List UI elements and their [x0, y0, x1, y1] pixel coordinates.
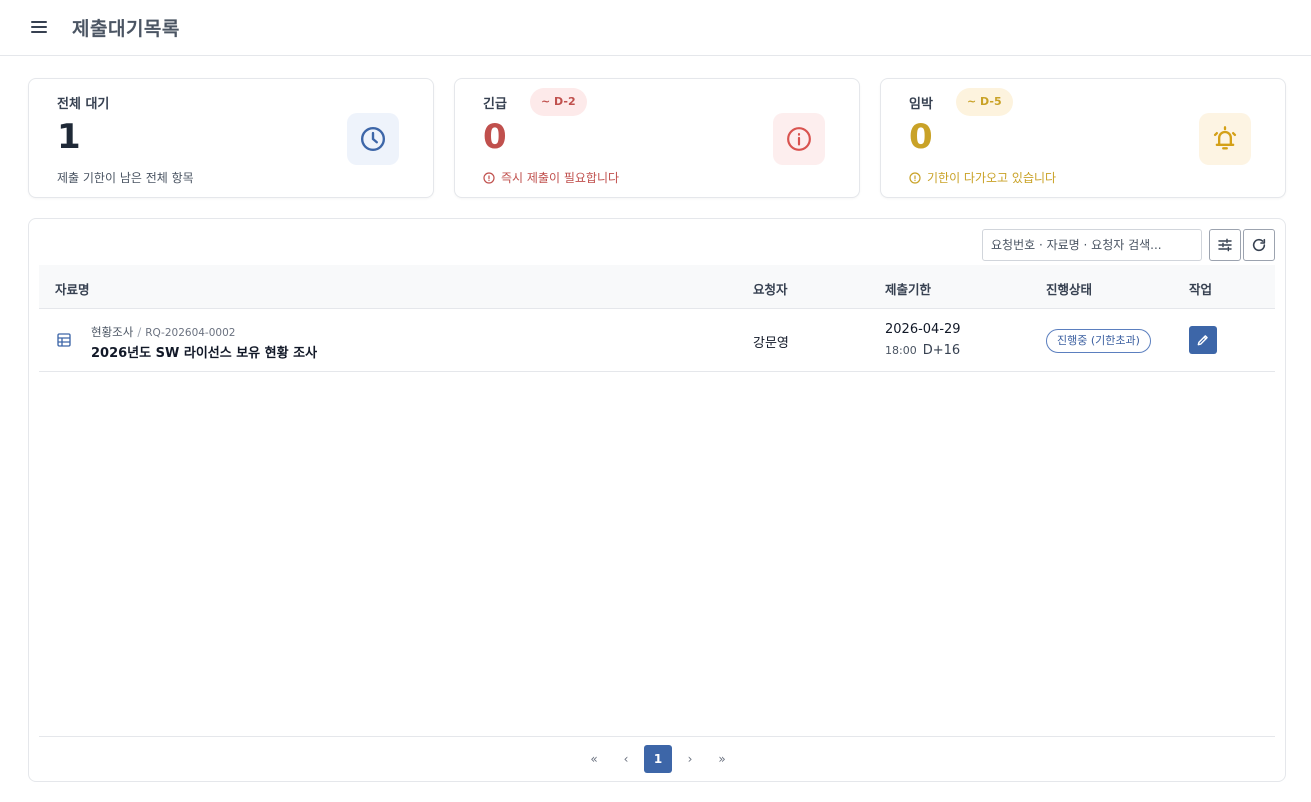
table-icon [57, 333, 71, 347]
filter-button[interactable] [1209, 229, 1241, 261]
row-title[interactable]: 2026년도 SW 라이선스 보유 현황 조사 [91, 342, 317, 361]
col-status: 진행상태 [1046, 282, 1093, 297]
stat-urgent-desc-text: 즉시 제출이 필요합니다 [501, 171, 620, 185]
col-name: 자료명 [55, 282, 90, 297]
edit-button[interactable] [1189, 326, 1217, 354]
row-due-time-wrap: 18:00 D+16 [885, 343, 960, 358]
alarm-bell-icon [1213, 126, 1237, 150]
refresh-icon [1252, 238, 1266, 252]
footer-divider [39, 736, 1275, 737]
pencil-icon [1197, 335, 1208, 346]
stat-urgent-label: 긴급 [483, 97, 507, 112]
stat-imminent-desc: 기한이 다가오고 있습니다 [909, 169, 1056, 186]
row-due-time: 18:00 [885, 344, 917, 357]
info-small-icon [909, 171, 921, 184]
page-first-button[interactable]: « [580, 745, 608, 773]
list-panel: 자료명 요청자 제출기한 진행상태 작업 현황조사/RQ-202604-0002… [28, 218, 1286, 782]
stat-card-imminent: 임박 ~ D-5 0 기한이 다가오고 있습니다 [880, 78, 1286, 198]
page-next-button[interactable]: › [676, 745, 704, 773]
stat-imminent-desc-text: 기한이 다가오고 있습니다 [927, 171, 1057, 185]
sliders-icon [1218, 238, 1232, 252]
stat-imminent-label: 임박 [909, 97, 933, 112]
row-code: RQ-202604-0002 [145, 327, 236, 339]
col-due: 제출기한 [885, 282, 932, 297]
page-current-button[interactable]: 1 [644, 745, 672, 773]
imminent-badge: ~ D-5 [956, 88, 1013, 116]
row-requester: 강문영 [753, 336, 789, 351]
stat-total-desc-text: 제출 기한이 남은 전체 항목 [57, 171, 194, 185]
stat-imminent-value: 0 [909, 117, 933, 157]
info-circle-icon [787, 127, 811, 151]
stat-urgent-desc: 즉시 제출이 필요합니다 [483, 169, 619, 186]
stat-total-desc: 제출 기한이 남은 전체 항목 [57, 169, 194, 186]
stat-total-label: 전체 대기 [57, 97, 110, 112]
stat-urgent-value: 0 [483, 117, 507, 157]
stat-card-total: 전체 대기 1 제출 기한이 남은 전체 항목 [28, 78, 434, 198]
alert-icon-box [773, 113, 825, 165]
status-badge: 진행중 (기한초과) [1046, 329, 1151, 353]
bell-icon-box [1199, 113, 1251, 165]
menu-icon[interactable] [31, 19, 49, 35]
table-row[interactable]: 현황조사 / RQ-202604-0002 2026년도 SW 라이선스 보유 현황… [39, 309, 1275, 372]
urgent-badge: ~ D-2 [530, 88, 587, 116]
info-small-icon [483, 171, 495, 184]
page-title: 제출대기목록 [72, 18, 180, 40]
col-requester: 요청자 [753, 282, 788, 297]
row-due-date: 2026-04-29 [885, 322, 961, 337]
row-d-day: D+16 [922, 343, 961, 358]
row-meta: 현황조사 / RQ-202604-0002 [91, 324, 235, 340]
table-header: 자료명 요청자 제출기한 진행상태 작업 [39, 265, 1275, 309]
stat-card-urgent: 긴급 ~ D-2 0 즉시 제출이 필요합니다 [454, 78, 860, 198]
col-action: 작업 [1189, 282, 1213, 297]
stat-total-value: 1 [57, 117, 81, 157]
row-category: 현황조사 [91, 325, 134, 339]
clock-icon [360, 126, 386, 152]
page-last-button[interactable]: » [708, 745, 736, 773]
meta-separator: / [137, 325, 142, 339]
refresh-button[interactable] [1243, 229, 1275, 261]
top-bar: 제출대기목록 [0, 0, 1311, 56]
clock-icon-box [347, 113, 399, 165]
page-prev-button[interactable]: ‹ [612, 745, 640, 773]
search-input[interactable] [982, 229, 1202, 261]
